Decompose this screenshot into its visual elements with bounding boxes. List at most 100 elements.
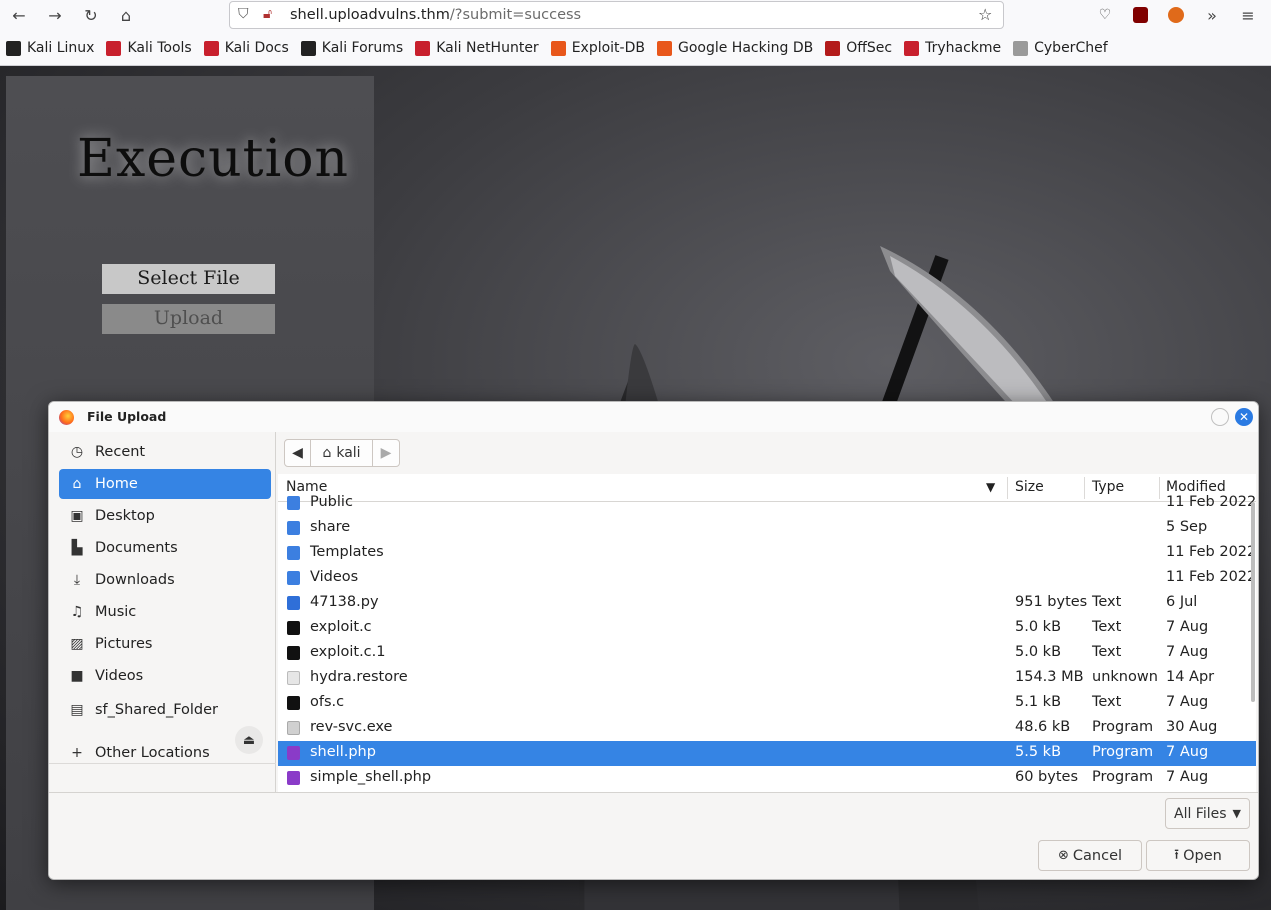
file-modified: 5 Sep [1166,519,1208,535]
ublock-icon[interactable] [1127,3,1153,27]
bookmark-star-icon[interactable]: ☆ [978,5,992,24]
sidebar-item-music[interactable]: ♫ Music [59,597,271,627]
path-label: kali [336,445,361,461]
bookmark-favicon-icon [550,40,566,56]
close-icon[interactable]: ✕ [1235,408,1253,426]
file-row[interactable]: simple_shell.php 60 bytes Program 7 Aug [278,766,1256,791]
bookmark-item[interactable]: OffSec [825,40,892,56]
bookmark-label: CyberChef [1034,40,1108,56]
pocket-icon[interactable]: ♡ [1092,3,1118,27]
select-file-button[interactable]: Select File [102,264,275,294]
sidebar-item-sf-shared-folder[interactable]: ▤ sf_Shared_Folder [59,695,271,725]
file-php-icon [287,771,300,785]
upload-button[interactable]: Upload [102,304,275,334]
file-row[interactable]: ofs.c 5.1 kB Text 7 Aug [278,691,1256,716]
sidebar-item-label: sf_Shared_Folder [95,702,219,718]
path-back-icon[interactable]: ◀ [285,440,311,466]
sidebar-item-label: Downloads [95,572,175,588]
bookmark-item[interactable]: Kali Forums [300,40,404,56]
file-type: Text [1092,694,1122,710]
sidebar-item-videos[interactable]: ■ Videos [59,661,271,691]
file-name: rev-svc.exe [310,719,393,735]
open-button[interactable]: ⭱ Open [1146,840,1250,871]
bookmark-item[interactable]: Kali NetHunter [415,40,539,56]
file-upload-dialog: File Upload ✕ ◷ Recent ⌂ Home ▣ Desktop ▙ Docum… [48,401,1259,880]
file-name: exploit.c [310,619,372,635]
file-row[interactable]: rev-svc.exe 48.6 kB Program 30 Aug [278,716,1256,741]
sidebar-item-desktop[interactable]: ▣ Desktop [59,501,271,531]
file-row[interactable]: Public 11 Feb 2022 [278,491,1256,516]
file-modified: 11 Feb 2022 [1166,569,1256,585]
path-forward-icon[interactable]: ▶ [373,440,399,466]
shield-icon[interactable]: ⛉ [238,6,249,22]
back-icon[interactable]: ← [6,3,32,27]
file-name: share [310,519,351,535]
file-row[interactable]: share 5 Sep [278,516,1256,541]
file-python-icon [287,596,300,610]
sidebar-item-label: Videos [95,668,144,684]
file-name: Videos [310,569,359,585]
sidebar-item-documents[interactable]: ▙ Documents [59,533,271,563]
cancel-label: Cancel [1072,847,1123,864]
bookmark-item[interactable]: Google Hacking DB [656,40,814,56]
sidebar-item-label: Recent [95,444,146,460]
download-icon: ⤓ [73,572,81,588]
file-row[interactable]: Templates 11 Feb 2022 [278,541,1256,566]
url-path: /?submit=success [449,7,582,23]
file-row[interactable]: shell.php 5.5 kB Program 7 Aug [278,741,1256,766]
bookmark-item[interactable]: Kali Tools [106,40,192,56]
sidebar-item-label: Music [95,604,137,620]
sidebar-item-pictures[interactable]: ▨ Pictures [59,629,271,659]
bookmark-item[interactable]: Kali Docs [203,40,289,56]
file-size: 60 bytes [1015,769,1079,785]
file-row[interactable]: Videos 11 Feb 2022 [278,566,1256,591]
bookmark-item[interactable]: Tryhackme [904,40,1001,56]
file-size: 5.1 kB [1015,694,1062,710]
file-name: exploit.c.1 [310,644,386,660]
plus-icon: + [71,745,83,761]
sidebar-item-recent[interactable]: ◷ Recent [59,437,271,467]
bookmark-label: Google Hacking DB [677,40,814,56]
file-filter-dropdown[interactable]: All Files ▼ [1165,798,1250,829]
file-type: Text [1092,594,1122,610]
cancel-icon: ⊗ [1057,848,1069,863]
insecure-lock-icon[interactable]: 🔓︎ [263,6,272,22]
file-type: Text [1092,619,1122,635]
scrollbar[interactable] [1251,502,1255,702]
file-row[interactable]: exploit.c.1 5.0 kB Text 7 Aug [278,641,1256,666]
home-icon[interactable]: ⌂ [113,3,139,27]
extension-icon[interactable] [1163,3,1189,27]
file-row[interactable]: 47138.py 951 bytes Text 6 Jul [278,591,1256,616]
file-type: Program [1092,769,1154,785]
open-label: Open [1183,847,1222,864]
url-text[interactable]: shell.uploadvulns.thm/?submit=success [290,7,581,23]
file-unknown-icon [287,671,300,685]
cancel-button[interactable]: ⊗ Cancel [1038,840,1142,871]
folder-icon [287,496,300,510]
path-button-home[interactable]: ⌂ kali [311,440,373,466]
bookmark-item[interactable]: Kali Linux [6,40,94,56]
bookmark-label: Kali Forums [321,40,404,56]
bookmark-item[interactable]: Exploit-DB [550,40,645,56]
file-list: Name ▼ Size Type Modified Public 11 Feb 2… [278,474,1256,792]
sidebar-item-downloads[interactable]: ⤓ Downloads [59,565,271,595]
file-row[interactable]: hydra.restore 154.3 MB unknown 14 Apr [278,666,1256,691]
file-row[interactable]: exploit.c 5.0 kB Text 7 Aug [278,616,1256,641]
minimize-icon[interactable] [1211,408,1229,426]
file-name: hydra.restore [310,669,408,685]
bookmark-item[interactable]: CyberChef [1013,40,1108,56]
file-type: Program [1092,744,1154,760]
menu-icon[interactable]: ≡ [1235,3,1261,27]
bookmark-favicon-icon [300,40,316,56]
file-modified: 14 Apr [1166,669,1215,685]
sidebar-item-home[interactable]: ⌂ Home [59,469,271,499]
overflow-icon[interactable]: » [1199,3,1225,27]
reload-icon[interactable]: ↻ [78,3,104,27]
url-bar[interactable]: ⛉ 🔓︎ shell.uploadvulns.thm/?submit=succe… [229,1,1004,29]
eject-icon[interactable]: ⏏ [235,726,263,754]
file-size: 5.5 kB [1015,744,1062,760]
bookmark-label: OffSec [846,40,893,56]
pictures-icon: ▨ [70,636,84,652]
file-type: Text [1092,644,1122,660]
forward-icon[interactable]: → [42,3,68,27]
